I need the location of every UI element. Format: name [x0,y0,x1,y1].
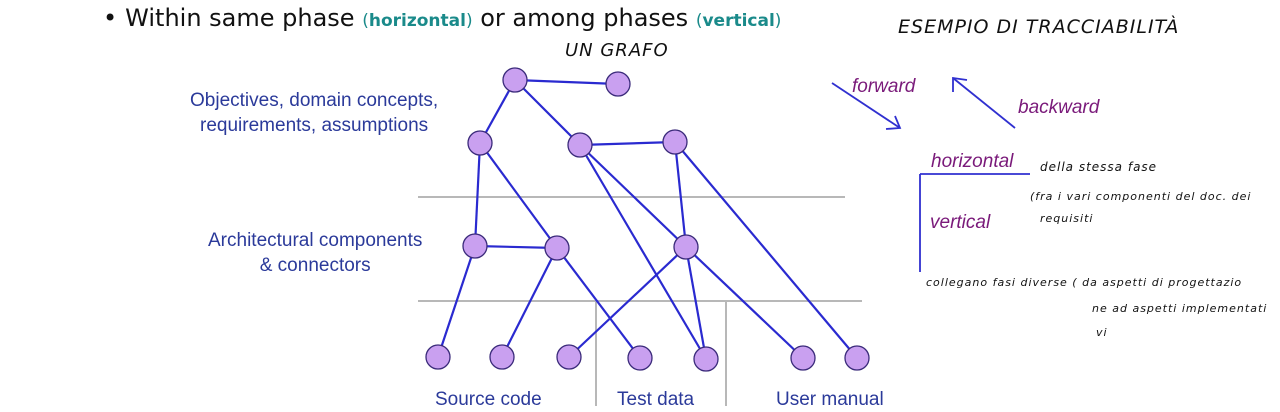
slide: • Within same phase (horizontal) or among… [0,0,1280,410]
edge-o4-o5 [579,140,676,147]
graph-nodes [425,67,870,372]
edge-o5-a3 [673,141,688,248]
node-o1 [502,67,528,93]
node-u1 [790,345,816,371]
edge-o5-u2 [674,141,858,359]
node-o5 [662,129,688,155]
node-s1 [425,344,451,370]
node-o2 [605,71,631,97]
traceability-diagram [418,67,1030,406]
node-s3 [556,344,582,370]
node-s2 [489,344,515,370]
node-o4 [567,132,593,158]
direction-marks [831,76,1030,272]
edge-o1-o2 [514,78,619,86]
edge-o1-o4 [514,79,581,146]
graph-edges [436,78,858,360]
layer-separators [418,196,862,406]
node-a2 [544,235,570,261]
edge-o3-a1 [473,142,482,247]
node-u2 [844,345,870,371]
edge-o3-a2 [479,142,558,249]
node-o3 [467,130,493,156]
node-a3 [673,234,699,260]
edge-a2-s2 [501,247,558,358]
node-t1 [627,345,653,371]
forward-arrow-shaft [831,82,901,129]
node-a1 [462,233,488,259]
backward-arrow-shaft [952,77,1016,129]
node-t2 [693,346,719,372]
